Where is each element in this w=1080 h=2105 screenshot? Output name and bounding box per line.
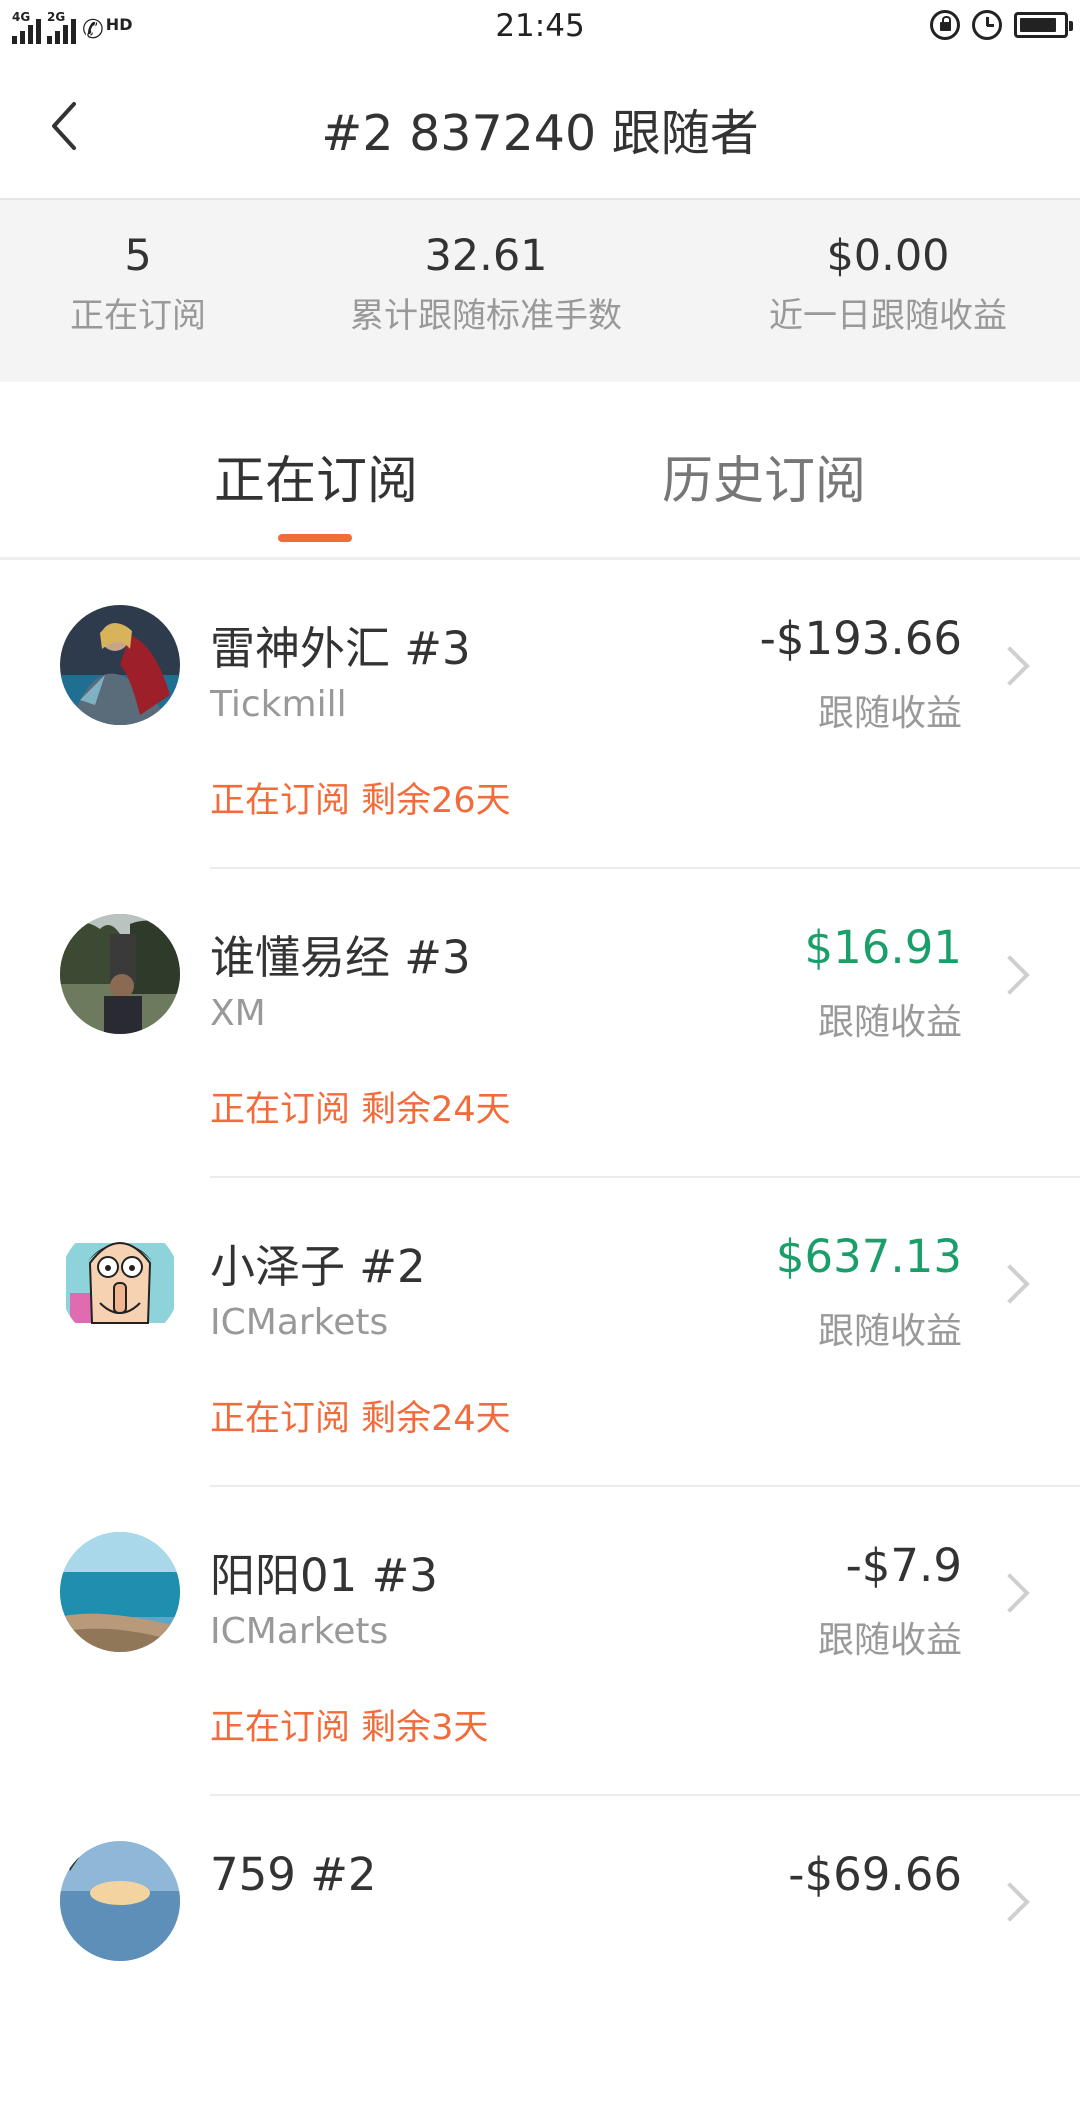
broker-name: ICMarkets <box>210 1302 389 1343</box>
trader-name: 759 #2 <box>210 1848 377 1901</box>
list-item[interactable]: 谁懂易经 #3 XM 正在订阅 剩余24天 $16.91 跟随收益 <box>0 869 1080 1178</box>
follow-profit-value: -$193.66 <box>759 612 962 665</box>
avatar <box>60 1532 180 1652</box>
stat-subscribing: 5 正在订阅 <box>38 230 238 338</box>
trader-name: 小泽子 #2 <box>210 1240 426 1293</box>
stat-label: 近一日跟随收益 <box>769 296 1007 336</box>
tab-history[interactable]: 历史订阅 <box>662 439 866 513</box>
battery-icon <box>1014 12 1073 38</box>
page-title: #2 837240 跟随者 <box>321 105 759 162</box>
broker-name: ICMarkets <box>210 1611 389 1652</box>
avatar <box>60 1223 180 1343</box>
follow-profit-value: $637.13 <box>775 1230 962 1283</box>
list-item[interactable]: 雷神外汇 #3 Tickmill 正在订阅 剩余26天 -$193.66 跟随收… <box>0 560 1080 869</box>
list-item[interactable]: 759 #2 -$69.66 <box>0 1796 1080 2105</box>
avatar <box>60 605 180 725</box>
avatar <box>60 1841 180 1961</box>
follow-profit-value: $16.91 <box>804 921 962 974</box>
stat-label: 累计跟随标准手数 <box>350 296 622 336</box>
chevron-right-icon <box>990 1264 1030 1304</box>
follow-profit-label: 跟随收益 <box>817 1311 962 1352</box>
chevron-right-icon <box>990 1573 1030 1613</box>
avatar <box>60 914 180 1034</box>
active-tab-indicator <box>278 534 352 542</box>
chevron-right-icon <box>990 646 1030 686</box>
subscription-list: 雷神外汇 #3 Tickmill 正在订阅 剩余26天 -$193.66 跟随收… <box>0 560 1080 2105</box>
broker-name: XM <box>210 993 266 1034</box>
tab-current[interactable]: 正在订阅 <box>214 439 418 513</box>
tab-bar: 正在订阅 历史订阅 <box>0 382 1080 560</box>
trader-name: 雷神外汇 #3 <box>210 622 471 675</box>
stat-daily-profit: $0.00 近一日跟随收益 <box>738 230 1038 338</box>
subscription-status: 正在订阅 剩余3天 <box>210 1708 489 1748</box>
alarm-icon <box>972 10 1002 40</box>
status-bar: 4G 2G ✆ HD 21:45 <box>0 0 1080 56</box>
stat-value: 5 <box>124 231 152 281</box>
follow-profit-value: -$7.9 <box>845 1539 962 1592</box>
follow-profit-label: 跟随收益 <box>817 1002 962 1043</box>
subscription-status: 正在订阅 剩余24天 <box>210 1399 511 1439</box>
trader-name: 阳阳01 #3 <box>210 1549 438 1602</box>
list-item[interactable]: 阳阳01 #3 ICMarkets 正在订阅 剩余3天 -$7.9 跟随收益 <box>0 1487 1080 1796</box>
lock-rotation-icon <box>930 10 960 40</box>
subscription-status: 正在订阅 剩余24天 <box>210 1090 511 1130</box>
stat-total-lots: 32.61 累计跟随标准手数 <box>336 230 636 338</box>
stat-value: 32.61 <box>424 231 548 281</box>
list-item[interactable]: 小泽子 #2 ICMarkets 正在订阅 剩余24天 $637.13 跟随收益 <box>0 1178 1080 1487</box>
follow-profit-label: 跟随收益 <box>817 693 962 734</box>
follow-profit-value: -$69.66 <box>788 1848 962 1901</box>
follow-profit-label: 跟随收益 <box>817 1620 962 1661</box>
trader-name: 谁懂易经 #3 <box>210 931 471 984</box>
broker-name: Tickmill <box>210 684 347 725</box>
nav-bar: #2 837240 跟随者 <box>0 56 1080 198</box>
stats-summary: 5 正在订阅 32.61 累计跟随标准手数 $0.00 近一日跟随收益 <box>0 198 1080 384</box>
subscription-status: 正在订阅 剩余26天 <box>210 781 511 821</box>
status-bar-right <box>930 10 1073 40</box>
stat-label: 正在订阅 <box>70 296 206 336</box>
chevron-right-icon <box>990 955 1030 995</box>
chevron-right-icon <box>990 1882 1030 1922</box>
stat-value: $0.00 <box>826 231 950 281</box>
status-time: 21:45 <box>495 8 585 44</box>
